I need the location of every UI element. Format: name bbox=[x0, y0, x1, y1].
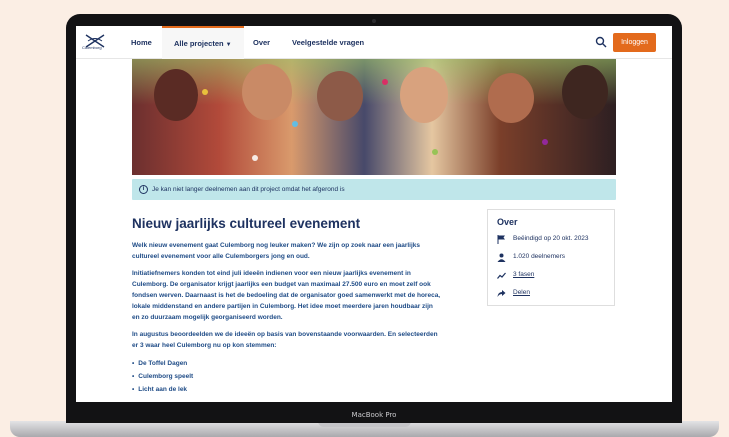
phases-row: 3 fasen bbox=[497, 270, 605, 288]
share-link[interactable]: Delen bbox=[513, 289, 530, 296]
camera bbox=[372, 19, 376, 23]
share-row: Delen bbox=[497, 288, 605, 306]
list-item: De Toffel Dagen bbox=[132, 357, 442, 370]
participants-text: 1.020 deelnemers bbox=[513, 253, 566, 260]
flag-icon bbox=[497, 235, 505, 244]
search-icon[interactable] bbox=[595, 36, 607, 48]
hero-image bbox=[132, 59, 616, 175]
nav-all-projects-label: Alle projecten bbox=[174, 39, 224, 48]
list-item: Culemborg speelt bbox=[132, 370, 442, 383]
hero-person bbox=[562, 65, 608, 119]
browser-screen: Culemborg Home Alle projecten ▼ Over Veel… bbox=[76, 26, 672, 402]
confetti bbox=[382, 79, 388, 85]
culemborg-logo-icon[interactable] bbox=[84, 32, 106, 54]
article-intro: Welk nieuw evenement gaat Culemborg nog … bbox=[132, 242, 421, 260]
confetti bbox=[202, 89, 208, 95]
hero-person bbox=[400, 67, 448, 123]
confetti bbox=[432, 149, 438, 155]
person-icon bbox=[497, 253, 506, 262]
article-paragraph: Initiatiefnemers konden tot eind juli id… bbox=[132, 270, 441, 321]
device-brand-label: MacBook Pro bbox=[351, 411, 397, 419]
phases-link[interactable]: 3 fasen bbox=[513, 271, 534, 278]
share-icon bbox=[497, 290, 506, 297]
ended-text: Beëindigd op 20 okt. 2023 bbox=[513, 235, 589, 242]
nav-home[interactable]: Home bbox=[131, 26, 152, 59]
logo-text: Culemborg bbox=[82, 45, 102, 50]
chevron-down-icon: ▼ bbox=[225, 42, 232, 48]
hero-person bbox=[317, 71, 363, 121]
about-card-title: Over bbox=[497, 217, 518, 227]
ended-row: Beëindigd op 20 okt. 2023 bbox=[497, 234, 605, 252]
hero-person bbox=[154, 69, 198, 121]
login-button[interactable]: Inloggen bbox=[613, 33, 656, 52]
project-closed-alert: i Je kan niet langer deelnemen aan dit p… bbox=[132, 179, 616, 200]
trend-icon bbox=[497, 272, 506, 279]
nav-all-projects[interactable]: Alle projecten ▼ bbox=[162, 26, 244, 59]
article-paragraph: In augustus beoordeelden we de ideeën op… bbox=[132, 331, 438, 349]
info-icon: i bbox=[139, 185, 148, 194]
nav-faq[interactable]: Veelgestelde vragen bbox=[292, 26, 364, 59]
about-card: Over Beëindigd op 20 okt. 2023 1.020 dee… bbox=[487, 209, 615, 306]
confetti bbox=[542, 139, 548, 145]
page-title: Nieuw jaarlijks cultureel evenement bbox=[132, 216, 361, 231]
top-navigation: Culemborg Home Alle projecten ▼ Over Veel… bbox=[76, 26, 672, 59]
list-item: Licht aan de lek bbox=[132, 383, 442, 396]
nav-about[interactable]: Over bbox=[253, 26, 270, 59]
options-list: De Toffel Dagen Culemborg speelt Licht a… bbox=[132, 357, 442, 396]
hero-person bbox=[488, 73, 534, 123]
confetti bbox=[252, 155, 258, 161]
alert-text: Je kan niet langer deelnemen aan dit pro… bbox=[152, 186, 345, 193]
confetti bbox=[292, 121, 298, 127]
hero-sky bbox=[132, 59, 616, 106]
participants-row: 1.020 deelnemers bbox=[497, 252, 605, 270]
hero-person bbox=[242, 64, 292, 120]
article-content: Nieuw jaarlijks cultureel evenement Welk… bbox=[132, 216, 442, 396]
